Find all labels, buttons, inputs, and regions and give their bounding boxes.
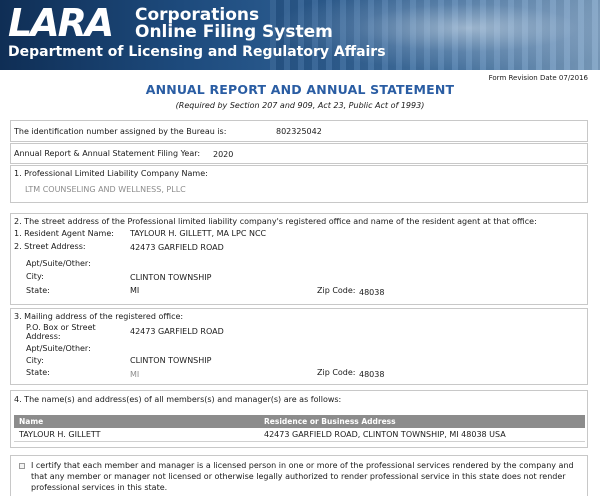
certification-text: I certify that each member and manager i… <box>31 461 574 492</box>
pobox-label-line2: Address: <box>26 332 61 341</box>
lara-logo: LARA <box>8 1 114 45</box>
certification-box: I certify that each member and manager i… <box>10 455 588 496</box>
member-address-cell: 42473 GARFIELD ROAD, CLINTON TOWNSHIP, M… <box>264 430 506 439</box>
resident-agent-value: TAYLOUR H. GILLETT, MA LPC NCC <box>130 229 267 238</box>
filing-year-box: Annual Report & Annual Statement Filing … <box>10 143 588 164</box>
column-header-address: Residence or Business Address <box>264 417 396 426</box>
mailing-state-value: MI <box>130 370 140 379</box>
resident-agent-label: 1. Resident Agent Name: <box>14 229 114 238</box>
form-subtitle: (Required by Section 207 and 909, Act 23… <box>175 101 425 110</box>
mailing-city-label: City: <box>26 356 44 365</box>
form-title: ANNUAL REPORT AND ANNUAL STATEMENT <box>145 82 455 97</box>
mailing-street-value: 42473 GARFIELD ROAD <box>130 327 224 336</box>
certification-checkbox[interactable] <box>19 463 25 469</box>
member-name-cell: TAYLOUR H. GILLETT <box>19 430 101 439</box>
mailing-state-label: State: <box>26 368 50 377</box>
members-table-header: Name Residence or Business Address <box>14 415 585 428</box>
identification-box: The identification number assigned by th… <box>10 120 588 142</box>
banner-department: Department of Licensing and Regulatory A… <box>8 44 386 60</box>
mailing-apt-suite-label: Apt/Suite/Other: <box>26 344 91 353</box>
identification-value: 802325042 <box>276 127 322 136</box>
column-header-name: Name <box>19 417 44 426</box>
mailing-zip-code-value: 48038 <box>359 370 385 379</box>
filing-year-label: Annual Report & Annual Statement Filing … <box>14 149 201 158</box>
mailing-address-box: 3. Mailing address of the registered off… <box>10 308 588 385</box>
street-address-label: 2. Street Address: <box>14 242 86 251</box>
company-name-value: LTM COUNSELING AND WELLNESS, PLLC <box>25 185 186 194</box>
header-banner: LARA Corporations Online Filing System D… <box>0 0 600 70</box>
table-row: TAYLOUR H. GILLETT 42473 GARFIELD ROAD, … <box>14 428 585 442</box>
state-label: State: <box>26 286 50 295</box>
mailing-zip-code-label: Zip Code: <box>317 368 356 377</box>
identification-label: The identification number assigned by th… <box>14 127 227 136</box>
mailing-city-value: CLINTON TOWNSHIP <box>130 356 212 365</box>
members-heading: 4. The name(s) and address(es) of all me… <box>14 395 342 404</box>
members-table: Name Residence or Business Address TAYLO… <box>14 415 585 442</box>
registered-office-box: 2. The street address of the Professiona… <box>10 213 588 305</box>
zip-code-value: 48038 <box>359 288 385 297</box>
street-address-value: 42473 GARFIELD ROAD <box>130 243 224 252</box>
company-name-label: 1. Professional Limited Liability Compan… <box>14 169 208 178</box>
registered-office-heading: 2. The street address of the Professiona… <box>14 217 537 226</box>
city-value: CLINTON TOWNSHIP <box>130 273 212 282</box>
zip-code-label: Zip Code: <box>317 286 356 295</box>
company-name-box: 1. Professional Limited Liability Compan… <box>10 165 588 203</box>
mailing-address-heading: 3. Mailing address of the registered off… <box>14 312 184 321</box>
apt-suite-label: Apt/Suite/Other: <box>26 259 91 268</box>
state-value: MI <box>130 286 140 295</box>
pobox-label-line1: P.O. Box or Street <box>26 323 96 332</box>
city-label: City: <box>26 272 44 281</box>
filing-year-value: 2020 <box>213 150 234 159</box>
form-revision-date: Form Revision Date 07/2016 <box>488 74 588 82</box>
banner-title-line2: Online Filing System <box>135 22 333 42</box>
